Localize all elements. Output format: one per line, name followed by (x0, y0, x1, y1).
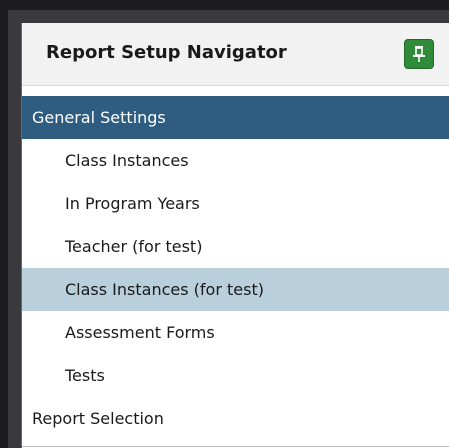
window-frame: Report Setup Navigator General Settings … (0, 0, 449, 448)
nav-item-in-program-years[interactable]: In Program Years (22, 182, 449, 225)
navigator-list: General Settings Class Instances In Prog… (22, 96, 449, 440)
nav-item-report-selection[interactable]: Report Selection (22, 397, 449, 440)
pin-button[interactable] (404, 39, 434, 69)
navigator-panel: Report Setup Navigator General Settings … (8, 10, 449, 448)
navigator-header: Report Setup Navigator (22, 23, 449, 86)
nav-item-teacher-for-test[interactable]: Teacher (for test) (22, 225, 449, 268)
nav-item-general-settings[interactable]: General Settings (22, 96, 449, 139)
nav-item-assessment-forms[interactable]: Assessment Forms (22, 311, 449, 354)
navigator-title: Report Setup Navigator (46, 42, 287, 63)
divider (22, 446, 449, 447)
nav-item-class-instances[interactable]: Class Instances (22, 139, 449, 182)
nav-item-class-instances-for-test[interactable]: Class Instances (for test) (22, 268, 449, 311)
navigator-panel-body: Report Setup Navigator General Settings … (21, 23, 449, 448)
nav-item-tests[interactable]: Tests (22, 354, 449, 397)
pin-icon (413, 46, 425, 62)
